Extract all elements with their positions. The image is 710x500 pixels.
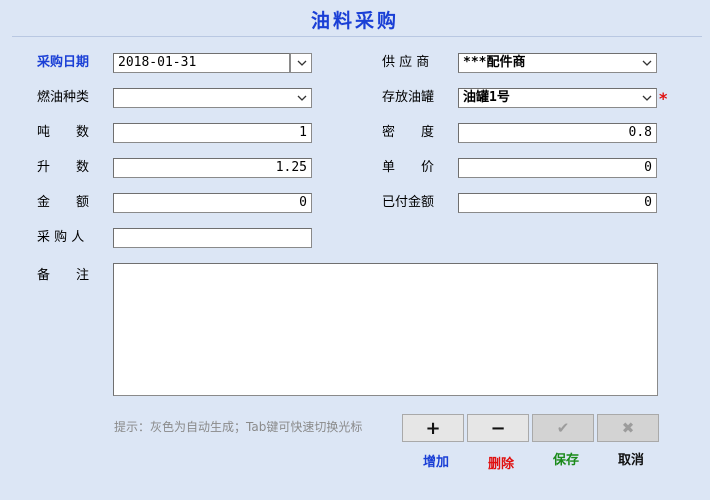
paid-amount-label: 已付金额 — [382, 195, 435, 210]
density-input[interactable]: 0.8 — [458, 123, 657, 143]
purchase-date-field[interactable]: 2018-01-31 — [113, 53, 290, 73]
chevron-down-icon — [295, 91, 309, 105]
paid-amount-input[interactable]: 0 — [458, 193, 657, 213]
fuel-type-label: 燃油种类 — [37, 90, 90, 105]
amount-input[interactable]: 0 — [113, 193, 312, 213]
storage-tank-label: 存放油罐 — [382, 90, 435, 105]
purchase-date-label: 采购日期 — [37, 55, 90, 70]
x-icon: ✖ — [621, 419, 635, 437]
required-marker: * — [659, 89, 668, 108]
delete-label[interactable]: 删除 — [470, 456, 532, 474]
hint-text: 提示：灰色为自动生成；Tab键可快速切换光标 — [114, 420, 363, 434]
date-dropdown-button[interactable] — [290, 53, 312, 73]
save-label[interactable]: 保存 — [535, 452, 597, 470]
unit-price-label: 单 价 — [382, 160, 435, 175]
save-button[interactable]: ✔ — [532, 414, 594, 442]
storage-tank-value: 油罐1号 — [463, 90, 510, 105]
supplier-label: 供 应 商 — [382, 55, 430, 70]
tonnage-label: 吨 数 — [37, 125, 90, 140]
chevron-down-icon — [640, 91, 654, 105]
liters-label: 升 数 — [37, 160, 90, 175]
delete-button[interactable]: − — [467, 414, 529, 442]
unit-price-input[interactable]: 0 — [458, 158, 657, 178]
remarks-textarea[interactable] — [113, 263, 658, 396]
check-icon: ✔ — [556, 419, 570, 437]
density-label: 密 度 — [382, 125, 435, 140]
chevron-down-icon — [640, 56, 654, 70]
storage-tank-select[interactable]: 油罐1号 — [458, 88, 657, 108]
amount-label: 金 额 — [37, 195, 90, 210]
add-button[interactable]: + — [402, 414, 464, 442]
page-title: 油料采购 — [310, 10, 399, 32]
cancel-button[interactable]: ✖ — [597, 414, 659, 442]
remarks-label: 备 注 — [37, 268, 90, 283]
cancel-label[interactable]: 取消 — [600, 452, 662, 470]
purchaser-input[interactable] — [113, 228, 312, 248]
minus-icon: − — [490, 417, 506, 439]
supplier-value: ***配件商 — [463, 55, 526, 70]
plus-icon: + — [425, 417, 441, 439]
title-divider — [12, 36, 702, 37]
chevron-down-icon — [295, 56, 309, 70]
supplier-select[interactable]: ***配件商 — [458, 53, 657, 73]
fuel-type-select[interactable] — [113, 88, 312, 108]
add-label[interactable]: 增加 — [405, 454, 467, 472]
liters-input[interactable]: 1.25 — [113, 158, 312, 178]
tonnage-input[interactable]: 1 — [113, 123, 312, 143]
purchaser-label: 采 购 人 — [37, 230, 85, 245]
